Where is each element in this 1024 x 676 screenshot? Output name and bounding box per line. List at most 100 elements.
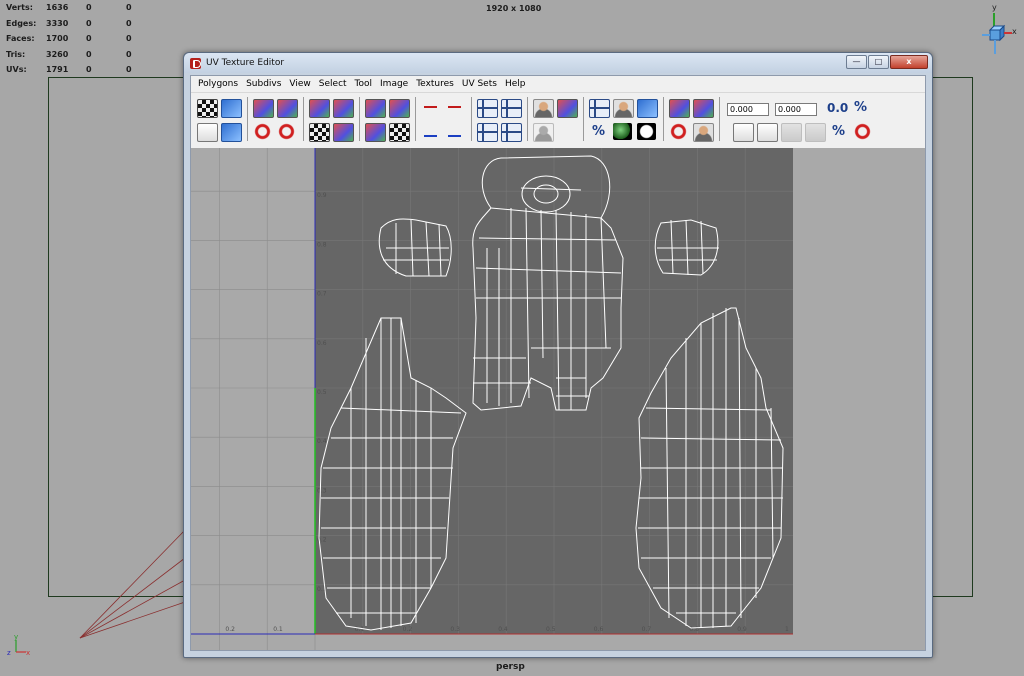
v-value-field[interactable] <box>775 103 817 116</box>
isolate-select-icon[interactable] <box>533 99 554 118</box>
poly-count-hud: Verts: 1636 0 0 Edges: 3330 0 0 Faces: 1700 0 0 Tris… <box>6 0 166 78</box>
align-max-u-icon[interactable] <box>445 99 464 116</box>
menu-help[interactable]: Help <box>501 79 530 89</box>
window-title: UV Texture Editor <box>206 58 285 68</box>
axis-gizmo-icon: y z x <box>7 633 30 657</box>
hud-stat-row: Edges: 3330 0 0 <box>6 16 166 32</box>
copy-uv-icon[interactable] <box>733 123 754 142</box>
u-tick-label: 1 <box>785 626 789 633</box>
u-tick-label: 0.1 <box>355 626 365 633</box>
paste-uv-icon[interactable] <box>757 123 778 142</box>
update-psd-icon[interactable] <box>669 123 688 140</box>
editor-client-area: Polygons Subdivs View Select Tool Image Textur… <box>190 75 926 651</box>
paste-v-icon[interactable] <box>805 123 826 142</box>
hud-stat-value: 1700 <box>46 34 69 43</box>
align-max-v-icon[interactable] <box>445 123 464 140</box>
refresh-uv-icon[interactable] <box>853 123 872 140</box>
v-tick-label: 0.8 <box>317 241 327 248</box>
menu-view[interactable]: View <box>285 79 314 89</box>
unfold-icon[interactable] <box>309 123 330 142</box>
uv-set-editor-icon[interactable] <box>669 99 690 118</box>
cube-x-label: x <box>1012 27 1017 36</box>
hud-stat-label: UVs: <box>6 65 27 74</box>
uv-canvas[interactable]: 10.90.80.70.60.50.40.30.20.1 0.20.10.10.… <box>191 148 925 650</box>
rgb-channel-icon[interactable] <box>613 123 632 140</box>
select-shell-icon[interactable] <box>197 123 218 142</box>
uv-snapshot-icon[interactable] <box>221 99 242 118</box>
split-uv-icon[interactable] <box>389 99 410 118</box>
u-tick-label: 0.5 <box>546 626 556 633</box>
flip-u-icon[interactable] <box>253 99 274 118</box>
menu-textures[interactable]: Textures <box>412 79 458 89</box>
alpha-channel-icon[interactable] <box>637 123 656 140</box>
hud-stat-row: UVs: 1791 0 0 <box>6 62 166 78</box>
image-display-icon[interactable] <box>221 123 242 142</box>
v-tick-label: 0.3 <box>317 487 327 494</box>
uv-texture-editor-window[interactable]: UV Texture Editor — □ x Polygons Subdivs V… <box>183 52 933 658</box>
menu-image[interactable]: Image <box>376 79 412 89</box>
rotate-cw-icon[interactable] <box>277 123 296 140</box>
isolate-off-icon[interactable] <box>533 123 554 142</box>
cycle-uv-icon[interactable]: % <box>829 123 848 140</box>
hud-stat-label: Tris: <box>6 49 26 59</box>
menu-uv-sets[interactable]: UV Sets <box>458 79 501 89</box>
close-button[interactable]: x <box>890 55 928 69</box>
u-tick-label: 0.6 <box>594 626 604 633</box>
pixel-snap-icon[interactable] <box>477 123 498 142</box>
menu-polygons[interactable]: Polygons <box>194 79 242 89</box>
hud-stat-label: Verts: <box>6 3 33 12</box>
hud-stat-row: Faces: 1700 0 0 <box>6 31 166 47</box>
v-tick-label: 0.9 <box>317 192 327 199</box>
view-cube-icon[interactable]: y x <box>972 2 1020 58</box>
texture-borders-icon[interactable] <box>613 99 634 118</box>
texture-filter-icon[interactable] <box>693 99 714 118</box>
v-tick-label: 0.4 <box>317 438 327 445</box>
hud-stat-selected: 0 <box>86 3 92 12</box>
uv-distortion-icon[interactable]: % <box>589 123 608 140</box>
menu-tool[interactable]: Tool <box>351 79 376 89</box>
minimize-button[interactable]: — <box>846 55 867 69</box>
u-tick-label: 0.1 <box>273 626 283 633</box>
corner-z-label: z <box>7 649 11 657</box>
rotate-ccw-icon[interactable] <box>253 123 272 140</box>
flip-v-icon[interactable] <box>277 99 298 118</box>
u-tick-label: 0.8 <box>689 626 699 633</box>
hud-stat-selected: 0 <box>86 34 92 43</box>
toggle-grid-icon[interactable] <box>477 99 498 118</box>
menu-subdivs[interactable]: Subdivs <box>242 79 285 89</box>
cut-uv-icon[interactable] <box>309 99 330 118</box>
sew-uv-icon[interactable] <box>333 99 354 118</box>
hud-stat-value: 1636 <box>46 3 69 12</box>
move-sew-icon[interactable] <box>365 99 386 118</box>
hud-stat-selected: 0 <box>86 18 92 28</box>
maximize-button[interactable]: □ <box>868 55 889 69</box>
layout-icon[interactable] <box>333 123 354 142</box>
window-titlebar[interactable]: UV Texture Editor — □ x <box>184 53 932 73</box>
hud-stat-component: 0 <box>126 49 132 59</box>
uv-lattice-icon[interactable] <box>557 99 578 118</box>
checker-display-icon[interactable] <box>197 99 218 118</box>
uv-editor-viewport[interactable]: 10.90.80.70.60.50.40.30.20.1 0.20.10.10.… <box>191 148 925 650</box>
display-grid-icon[interactable] <box>589 99 610 118</box>
paste-u-icon[interactable] <box>781 123 802 142</box>
camera-view-icon[interactable] <box>693 123 714 142</box>
menu-select[interactable]: Select <box>315 79 351 89</box>
align-min-u-icon[interactable] <box>421 99 440 116</box>
align-min-v-icon[interactable] <box>421 123 440 140</box>
grid-uv-icon[interactable] <box>389 123 410 142</box>
shade-uv-icon[interactable] <box>501 123 522 142</box>
u-tick-label: 0.4 <box>498 626 508 633</box>
u-value-field[interactable] <box>727 103 769 116</box>
snap-grid-icon[interactable] <box>501 99 522 118</box>
hud-stat-row: Tris: 3260 0 0 <box>6 47 166 63</box>
v-tick-label: 0.7 <box>317 291 327 298</box>
dim-image-icon[interactable] <box>637 99 658 118</box>
relax-icon[interactable] <box>365 123 386 142</box>
corner-x-label: x <box>26 649 30 657</box>
uv-entry-mode-button[interactable]: 0.0 <box>827 101 848 115</box>
camera-frustum <box>79 529 186 639</box>
relative-percent-icon[interactable]: % <box>851 99 870 116</box>
editor-toolbar: % 0.0 % % <box>191 93 925 147</box>
u-tick-label: 0.3 <box>450 626 460 633</box>
hud-stat-component: 0 <box>126 3 132 12</box>
